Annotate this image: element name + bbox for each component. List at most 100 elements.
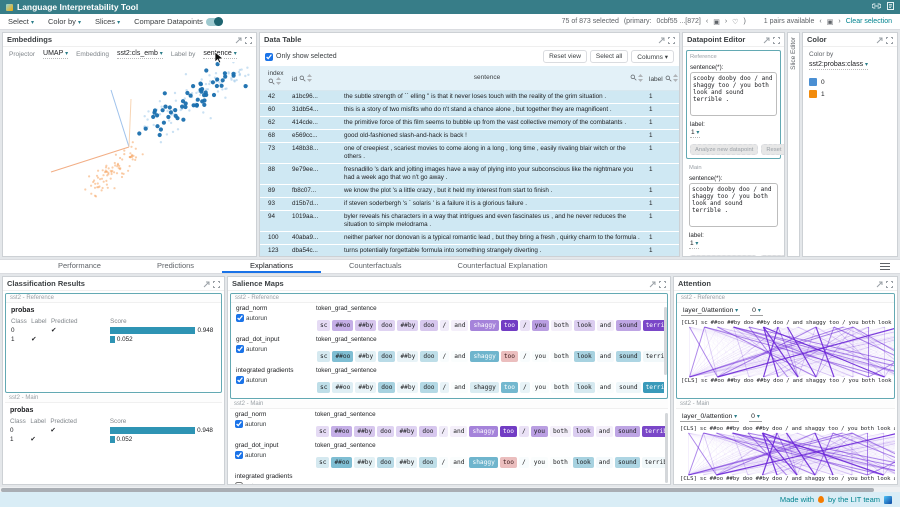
salience-token[interactable]: doo (420, 320, 437, 331)
salience-token[interactable]: sound (616, 320, 641, 331)
salience-token[interactable]: ##oo (331, 457, 352, 468)
docs-icon[interactable] (887, 2, 894, 12)
tab-performance[interactable]: Performance (30, 260, 129, 273)
table-row[interactable]: 89fb8c07...we know the plot 's a little … (260, 185, 679, 198)
salience-token[interactable]: doo (377, 457, 394, 468)
salience-token[interactable]: ##oo (332, 382, 353, 393)
column-header-index[interactable]: index (260, 68, 292, 88)
salience-token[interactable]: both (551, 382, 572, 393)
salience-token[interactable]: ##by (355, 320, 376, 331)
salience-token[interactable]: / (440, 382, 450, 393)
only-show-selected-checkbox[interactable]: Only show selected (265, 53, 337, 61)
salience-token[interactable]: and (596, 457, 613, 468)
salience-token[interactable]: shaggy (470, 320, 498, 331)
search-icon[interactable] (299, 76, 306, 83)
salience-token[interactable]: both (550, 426, 571, 437)
attention-head-select[interactable]: 0 ▾ (749, 413, 762, 422)
salience-token[interactable]: ##by (397, 382, 418, 393)
select-all-button[interactable]: Select all (590, 50, 628, 63)
salience-token[interactable]: / (439, 426, 449, 437)
salience-token[interactable]: terrible (643, 320, 664, 331)
autorun-checkbox[interactable]: autorun (236, 376, 316, 384)
salience-token[interactable]: sc (317, 351, 330, 362)
sort-icon[interactable] (672, 76, 678, 83)
salience-token[interactable]: ##by (396, 426, 417, 437)
salience-token[interactable]: and (451, 320, 468, 331)
table-row[interactable]: 10040aba9...neither parker nor donovan i… (260, 232, 679, 245)
autorun-checkbox[interactable]: autorun (236, 314, 316, 322)
salience-token[interactable]: shaggy (469, 426, 497, 437)
salience-token[interactable]: sound (616, 351, 641, 362)
salience-token[interactable]: look (573, 426, 594, 437)
attention-layer-select[interactable]: layer_0/attention ▾ (681, 307, 740, 316)
salience-token[interactable]: look (573, 457, 594, 468)
salience-token[interactable]: doo (420, 351, 437, 362)
table-row[interactable]: 941019aa...byler reveals his characters … (260, 211, 679, 232)
sentence-textarea[interactable] (690, 72, 777, 116)
analyze-new-datapoint-button[interactable]: Analyze new datapoint (690, 144, 758, 155)
salience-token[interactable]: doo (378, 351, 395, 362)
slices-menu[interactable]: Slices ▾ (95, 17, 120, 26)
salience-token[interactable]: too (501, 351, 518, 362)
salience-token[interactable]: and (596, 426, 613, 437)
column-header-id[interactable]: id (292, 72, 344, 85)
salience-token[interactable]: you (531, 426, 548, 437)
salience-token[interactable]: ##by (397, 320, 418, 331)
sort-icon[interactable] (306, 76, 312, 83)
salience-token[interactable]: terrible (642, 426, 665, 437)
salience-token[interactable]: / (519, 457, 529, 468)
autorun-checkbox[interactable]: autorun (235, 420, 315, 428)
analyze-new-datapoint-button[interactable]: Analyze new datapoint (689, 255, 757, 256)
salience-token[interactable]: / (519, 426, 529, 437)
salience-token[interactable]: you (532, 320, 549, 331)
salience-token[interactable]: terrible (643, 382, 664, 393)
search-icon[interactable] (630, 74, 637, 83)
salience-token[interactable]: too (501, 382, 518, 393)
salience-token[interactable]: shaggy (470, 382, 498, 393)
salience-token[interactable]: doo (378, 320, 395, 331)
salience-token[interactable]: / (440, 320, 450, 331)
salience-token[interactable]: sc (316, 426, 329, 437)
embedding-scatter-plot[interactable] (3, 62, 256, 254)
salience-token[interactable]: too (501, 320, 518, 331)
salience-token[interactable]: / (439, 457, 449, 468)
salience-token[interactable]: ##oo (332, 320, 353, 331)
table-row[interactable]: 42a1bc96...the subtle strength of `` ell… (260, 91, 679, 104)
column-header-label[interactable]: label (649, 72, 679, 85)
tab-predictions[interactable]: Predictions (129, 260, 222, 273)
prev-pair-button[interactable]: ‹ (819, 18, 821, 25)
salience-token[interactable]: / (440, 351, 450, 362)
tab-explanations[interactable]: Explanations (222, 260, 321, 273)
salience-token[interactable]: doo (419, 457, 436, 468)
table-row[interactable]: 62414cde...the primitive force of this f… (260, 117, 679, 130)
reset-view-button[interactable]: Reset view (543, 50, 587, 63)
label-select[interactable]: 1 ▾ (690, 129, 700, 138)
salience-token[interactable]: you (532, 351, 549, 362)
salience-token[interactable]: ##oo (332, 351, 353, 362)
salience-token[interactable]: and (450, 457, 467, 468)
prev-datapoint-button[interactable]: ‹ (706, 18, 708, 25)
table-row[interactable]: 93d15b7d...if steven soderbergh 's ` sol… (260, 198, 679, 211)
salience-token[interactable]: shaggy (469, 457, 497, 468)
autorun-checkbox[interactable]: autorun (236, 345, 316, 353)
salience-token[interactable]: doo (378, 382, 395, 393)
toggle-on-icon[interactable] (206, 18, 223, 26)
salience-token[interactable]: ##by (397, 351, 418, 362)
salience-token[interactable]: both (550, 457, 571, 468)
salience-token[interactable]: and (597, 382, 614, 393)
salience-token[interactable]: sound (615, 457, 640, 468)
salience-token[interactable]: you (532, 382, 549, 393)
salience-token[interactable]: ##oo (331, 426, 352, 437)
salience-token[interactable]: sound (615, 426, 640, 437)
sentence-textarea[interactable] (689, 183, 778, 227)
sort-icon[interactable] (637, 74, 643, 83)
salience-token[interactable]: shaggy (470, 351, 498, 362)
salience-token[interactable]: ##by (355, 382, 376, 393)
scrollbar-thumb[interactable] (1, 488, 874, 492)
label-select[interactable]: 1 ▾ (689, 240, 699, 249)
embedding-select[interactable]: sst2:cls_emb ▾ (117, 50, 163, 59)
salience-token[interactable]: and (451, 351, 468, 362)
slice-editor-collapsed[interactable]: Slice Editor (787, 32, 800, 257)
columns-button[interactable]: Columns ▾ (631, 50, 674, 63)
share-link-icon[interactable] (872, 2, 881, 12)
